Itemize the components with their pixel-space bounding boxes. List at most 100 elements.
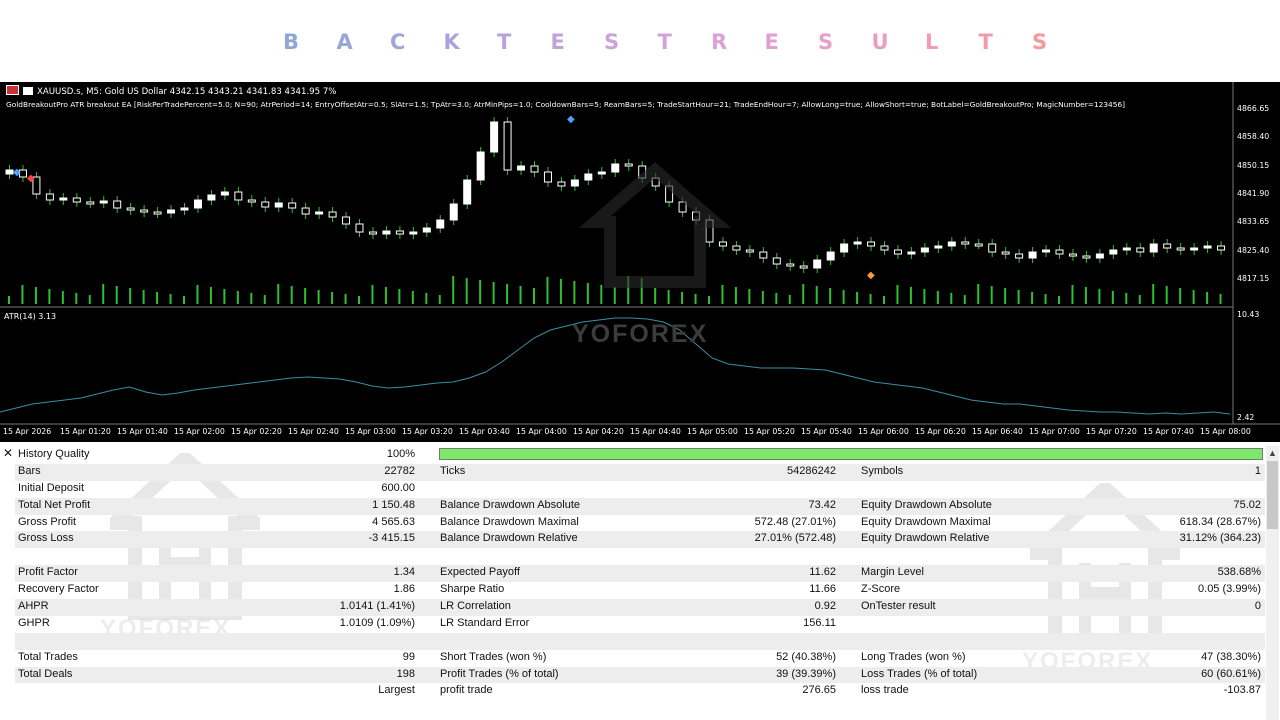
label-col2: Balance Drawdown Maximal [440, 515, 579, 528]
volume-bar [1084, 287, 1087, 304]
volume-bar [990, 286, 993, 304]
candle-body [72, 197, 81, 203]
trade-marker-icon: ◆ [867, 270, 875, 281]
label-col3: Margin Level [861, 566, 924, 579]
table-row: Largest profit trade 276.65 loss trade -103.… [15, 683, 1265, 700]
candle-body [745, 249, 754, 253]
candle-body [1015, 253, 1024, 259]
scroll-up-arrow-icon[interactable]: ▲ [1266, 446, 1279, 460]
symbol-line: XAUUSD.s, M5: Gold US Dollar 4342.15 434… [37, 87, 337, 97]
candle-body [853, 241, 862, 245]
candle-body [261, 201, 270, 208]
candle-body [759, 251, 768, 259]
candle-body [611, 163, 620, 173]
candle-body [799, 265, 808, 269]
candle-body [193, 199, 202, 209]
value-col2: 11.62 [809, 566, 836, 579]
table-row: Gross Profit 4 565.63 Balance Drawdown Max… [15, 515, 1265, 532]
candle-body [557, 181, 566, 187]
price-tick-label: 4833.65 [1237, 217, 1270, 227]
value-col3: 47 (38.30%) [1201, 650, 1261, 663]
volume-bar [1031, 292, 1034, 304]
report-scrollbar[interactable]: ▲ [1266, 446, 1279, 720]
volume-bar [411, 291, 414, 304]
candle-body [234, 191, 243, 201]
time-tick-label: 15 Apr 01:20 [60, 427, 111, 436]
volume-bar [34, 287, 37, 304]
value-col1: 198 [396, 667, 415, 680]
candle-body [893, 249, 902, 255]
report-table: History Quality 100% Bars 22782 Ticks 54286… [15, 447, 1265, 700]
value-col3: 75.02 [1233, 498, 1261, 511]
table-row: Profit Factor 1.34 Expected Payoff 11.62 Mar… [15, 565, 1265, 583]
volume-bar [48, 289, 51, 304]
candle-body [490, 121, 499, 153]
candle-body [1082, 255, 1091, 259]
candle-body [543, 171, 552, 183]
time-tick-label: 15 Apr 06:40 [972, 427, 1023, 436]
value-col1: 1.86 [393, 583, 415, 596]
candle-body [867, 241, 876, 247]
time-tick-label: 15 Apr 06:00 [858, 427, 909, 436]
value-col1: Largest [378, 684, 415, 697]
candle-body [59, 197, 68, 201]
value-col1: 1.34 [393, 566, 415, 579]
label-col3: Equity Drawdown Relative [861, 532, 990, 545]
label-col2: Ticks [440, 464, 466, 477]
table-row: Recovery Factor 1.86 Sharpe Ratio 11.66 Z-Sc… [15, 582, 1265, 599]
candle-body [288, 202, 297, 209]
title-letter: U [871, 30, 889, 54]
table-row: Bars 22782 Ticks 54286242 Symbols 1 [15, 463, 1265, 481]
label-col3: Equity Drawdown Maximal [861, 515, 991, 528]
candle-body [328, 211, 337, 218]
candle-body [597, 171, 606, 175]
label-col2: LR Standard Error [440, 616, 530, 629]
volume-bar [1152, 284, 1155, 304]
volume-bar [694, 294, 697, 304]
time-tick-label: 15 Apr 02:00 [174, 427, 225, 436]
history-quality-row: History Quality 100% [15, 447, 1265, 464]
volume-bar [1179, 288, 1182, 304]
price-chart[interactable]: ◆ ◆ ◆ ◆ YOFOREX XAUUSD.s, M5: Gold US Dolla… [0, 82, 1280, 442]
candle-body [315, 211, 324, 215]
time-tick-label: 15 Apr 05:00 [687, 427, 738, 436]
candle-body [342, 216, 351, 225]
volume-bar [586, 283, 589, 304]
candle-body [5, 169, 14, 175]
volume-bar [909, 287, 912, 304]
title-letter: S [818, 30, 834, 54]
title-letter: E [550, 30, 565, 54]
candle-body [355, 223, 364, 233]
volume-bar [654, 288, 657, 304]
volume-bar [519, 286, 522, 304]
candle-body [624, 163, 633, 167]
scroll-thumb[interactable] [1267, 461, 1278, 529]
volume-bar [1017, 290, 1020, 304]
candle-body [880, 245, 889, 251]
value-col2: 27.01% (572.48) [754, 532, 836, 545]
candle-body [934, 245, 943, 249]
volume-bar [869, 294, 872, 304]
time-tick-label: 15 Apr 07:40 [1143, 427, 1194, 436]
value-col2: 52 (40.38%) [776, 650, 836, 663]
volume-bar [465, 278, 468, 304]
label-col2: Profit Trades (% of total) [440, 667, 559, 680]
table-row: Total Deals 198 Profit Trades (% of total)… [15, 666, 1265, 684]
time-tick-label: 15 Apr 04:00 [516, 427, 567, 436]
table-row: Total Trades 99 Short Trades (won %) 52 (40… [15, 650, 1265, 667]
volume-bar [1165, 286, 1168, 304]
volume-bar [398, 289, 401, 304]
close-icon[interactable]: ✕ [2, 447, 14, 459]
chart-canvas: ◆ ◆ ◆ ◆ [0, 82, 1280, 425]
volume-bar [802, 284, 805, 304]
volume-bar [559, 279, 562, 304]
price-tick-label: 4817.15 [1237, 273, 1270, 283]
volume-bar [829, 288, 832, 304]
value-col3: 0 [1254, 600, 1261, 613]
volume-bar [358, 296, 360, 304]
backtest-report: YOFOREX YOFOREX ✕ History Quality 100% B… [0, 443, 1280, 720]
time-tick-label: 15 Apr 02:20 [231, 427, 282, 436]
candle-body [974, 243, 983, 247]
label-col1: Total Deals [18, 667, 73, 680]
value-col2: 39 (39.39%) [776, 667, 836, 680]
